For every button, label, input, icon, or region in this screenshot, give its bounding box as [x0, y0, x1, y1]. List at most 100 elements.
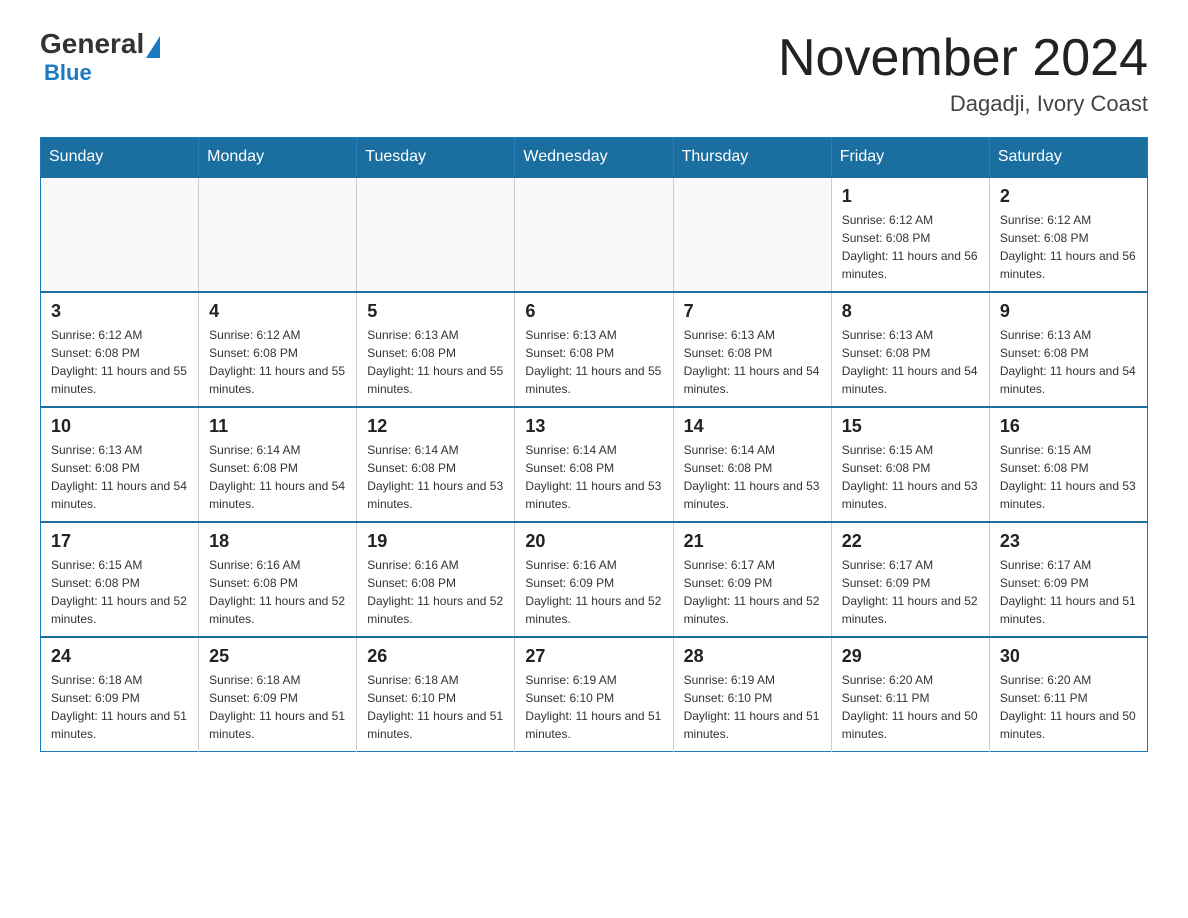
- weekday-header-wednesday: Wednesday: [515, 138, 673, 178]
- calendar-week-row: 17 Sunrise: 6:15 AM Sunset: 6:08 PM Dayli…: [41, 522, 1148, 637]
- day-number: 13: [525, 416, 662, 437]
- weekday-header-sunday: Sunday: [41, 138, 199, 178]
- day-info: Sunrise: 6:16 AM Sunset: 6:08 PM Dayligh…: [209, 556, 346, 628]
- calendar-cell: 10 Sunrise: 6:13 AM Sunset: 6:08 PM Dayli…: [41, 407, 199, 522]
- day-info: Sunrise: 6:20 AM Sunset: 6:11 PM Dayligh…: [1000, 671, 1137, 743]
- day-number: 1: [842, 186, 979, 207]
- day-info: Sunrise: 6:16 AM Sunset: 6:09 PM Dayligh…: [525, 556, 662, 628]
- calendar-cell: [41, 177, 199, 292]
- day-number: 11: [209, 416, 346, 437]
- calendar-cell: 26 Sunrise: 6:18 AM Sunset: 6:10 PM Dayli…: [357, 637, 515, 752]
- day-number: 10: [51, 416, 188, 437]
- calendar-week-row: 1 Sunrise: 6:12 AM Sunset: 6:08 PM Daylig…: [41, 177, 1148, 292]
- calendar-cell: 23Sunrise: 6:17 AM Sunset: 6:09 PM Dayli…: [989, 522, 1147, 637]
- day-number: 14: [684, 416, 821, 437]
- day-info: Sunrise: 6:12 AM Sunset: 6:08 PM Dayligh…: [1000, 211, 1137, 283]
- day-info: Sunrise: 6:19 AM Sunset: 6:10 PM Dayligh…: [525, 671, 662, 743]
- calendar-cell: 12 Sunrise: 6:14 AM Sunset: 6:08 PM Dayli…: [357, 407, 515, 522]
- day-info: Sunrise: 6:15 AM Sunset: 6:08 PM Dayligh…: [842, 441, 979, 513]
- day-number: 8: [842, 301, 979, 322]
- calendar-cell: 3Sunrise: 6:12 AM Sunset: 6:08 PM Daylig…: [41, 292, 199, 407]
- calendar-cell: 9 Sunrise: 6:13 AM Sunset: 6:08 PM Daylig…: [989, 292, 1147, 407]
- day-info: Sunrise: 6:14 AM Sunset: 6:08 PM Dayligh…: [209, 441, 346, 513]
- day-number: 23: [1000, 531, 1137, 552]
- calendar-cell: 21 Sunrise: 6:17 AM Sunset: 6:09 PM Dayli…: [673, 522, 831, 637]
- calendar-cell: 7 Sunrise: 6:13 AM Sunset: 6:08 PM Daylig…: [673, 292, 831, 407]
- calendar-cell: 6Sunrise: 6:13 AM Sunset: 6:08 PM Daylig…: [515, 292, 673, 407]
- page-header: General Blue November 2024 Dagadji, Ivor…: [40, 30, 1148, 117]
- day-number: 28: [684, 646, 821, 667]
- day-number: 24: [51, 646, 188, 667]
- logo-area: General Blue: [40, 30, 162, 86]
- weekday-header-friday: Friday: [831, 138, 989, 178]
- day-info: Sunrise: 6:12 AM Sunset: 6:08 PM Dayligh…: [209, 326, 346, 398]
- day-number: 19: [367, 531, 504, 552]
- day-number: 16: [1000, 416, 1137, 437]
- day-info: Sunrise: 6:13 AM Sunset: 6:08 PM Dayligh…: [1000, 326, 1137, 398]
- day-info: Sunrise: 6:14 AM Sunset: 6:08 PM Dayligh…: [684, 441, 821, 513]
- weekday-header-thursday: Thursday: [673, 138, 831, 178]
- calendar-cell: [357, 177, 515, 292]
- calendar-cell: 4Sunrise: 6:12 AM Sunset: 6:08 PM Daylig…: [199, 292, 357, 407]
- day-number: 20: [525, 531, 662, 552]
- calendar-cell: 22Sunrise: 6:17 AM Sunset: 6:09 PM Dayli…: [831, 522, 989, 637]
- calendar-cell: 13 Sunrise: 6:14 AM Sunset: 6:08 PM Dayli…: [515, 407, 673, 522]
- day-number: 25: [209, 646, 346, 667]
- day-number: 21: [684, 531, 821, 552]
- day-number: 3: [51, 301, 188, 322]
- day-info: Sunrise: 6:18 AM Sunset: 6:10 PM Dayligh…: [367, 671, 504, 743]
- day-number: 18: [209, 531, 346, 552]
- day-number: 29: [842, 646, 979, 667]
- day-info: Sunrise: 6:18 AM Sunset: 6:09 PM Dayligh…: [209, 671, 346, 743]
- day-info: Sunrise: 6:17 AM Sunset: 6:09 PM Dayligh…: [684, 556, 821, 628]
- day-number: 12: [367, 416, 504, 437]
- calendar-cell: [515, 177, 673, 292]
- day-number: 2: [1000, 186, 1137, 207]
- day-number: 22: [842, 531, 979, 552]
- day-info: Sunrise: 6:20 AM Sunset: 6:11 PM Dayligh…: [842, 671, 979, 743]
- logo: General: [40, 30, 162, 58]
- calendar-cell: 2 Sunrise: 6:12 AM Sunset: 6:08 PM Daylig…: [989, 177, 1147, 292]
- calendar-cell: 17 Sunrise: 6:15 AM Sunset: 6:08 PM Dayli…: [41, 522, 199, 637]
- day-info: Sunrise: 6:13 AM Sunset: 6:08 PM Dayligh…: [684, 326, 821, 398]
- calendar-cell: 14 Sunrise: 6:14 AM Sunset: 6:08 PM Dayli…: [673, 407, 831, 522]
- calendar-week-row: 10 Sunrise: 6:13 AM Sunset: 6:08 PM Dayli…: [41, 407, 1148, 522]
- logo-general-text: General: [40, 30, 144, 58]
- day-info: Sunrise: 6:13 AM Sunset: 6:08 PM Dayligh…: [51, 441, 188, 513]
- calendar-cell: 5 Sunrise: 6:13 AM Sunset: 6:08 PM Daylig…: [357, 292, 515, 407]
- weekday-header-saturday: Saturday: [989, 138, 1147, 178]
- calendar-cell: 24 Sunrise: 6:18 AM Sunset: 6:09 PM Dayli…: [41, 637, 199, 752]
- day-info: Sunrise: 6:14 AM Sunset: 6:08 PM Dayligh…: [367, 441, 504, 513]
- calendar-cell: 30 Sunrise: 6:20 AM Sunset: 6:11 PM Dayli…: [989, 637, 1147, 752]
- day-info: Sunrise: 6:12 AM Sunset: 6:08 PM Dayligh…: [842, 211, 979, 283]
- weekday-header-monday: Monday: [199, 138, 357, 178]
- title-area: November 2024 Dagadji, Ivory Coast: [778, 30, 1148, 117]
- calendar-cell: 8Sunrise: 6:13 AM Sunset: 6:08 PM Daylig…: [831, 292, 989, 407]
- day-info: Sunrise: 6:14 AM Sunset: 6:08 PM Dayligh…: [525, 441, 662, 513]
- day-info: Sunrise: 6:16 AM Sunset: 6:08 PM Dayligh…: [367, 556, 504, 628]
- calendar-table: SundayMondayTuesdayWednesdayThursdayFrid…: [40, 137, 1148, 752]
- calendar-header-row: SundayMondayTuesdayWednesdayThursdayFrid…: [41, 138, 1148, 178]
- calendar-cell: 18 Sunrise: 6:16 AM Sunset: 6:08 PM Dayli…: [199, 522, 357, 637]
- calendar-cell: 20 Sunrise: 6:16 AM Sunset: 6:09 PM Dayli…: [515, 522, 673, 637]
- day-number: 9: [1000, 301, 1137, 322]
- day-info: Sunrise: 6:13 AM Sunset: 6:08 PM Dayligh…: [367, 326, 504, 398]
- calendar-cell: [673, 177, 831, 292]
- day-info: Sunrise: 6:15 AM Sunset: 6:08 PM Dayligh…: [51, 556, 188, 628]
- day-info: Sunrise: 6:18 AM Sunset: 6:09 PM Dayligh…: [51, 671, 188, 743]
- day-number: 6: [525, 301, 662, 322]
- month-year-title: November 2024: [778, 30, 1148, 87]
- calendar-cell: 1 Sunrise: 6:12 AM Sunset: 6:08 PM Daylig…: [831, 177, 989, 292]
- calendar-cell: 27Sunrise: 6:19 AM Sunset: 6:10 PM Dayli…: [515, 637, 673, 752]
- day-number: 30: [1000, 646, 1137, 667]
- calendar-cell: 11 Sunrise: 6:14 AM Sunset: 6:08 PM Dayli…: [199, 407, 357, 522]
- weekday-header-tuesday: Tuesday: [357, 138, 515, 178]
- day-number: 7: [684, 301, 821, 322]
- calendar-cell: 29 Sunrise: 6:20 AM Sunset: 6:11 PM Dayli…: [831, 637, 989, 752]
- day-number: 26: [367, 646, 504, 667]
- day-number: 5: [367, 301, 504, 322]
- calendar-cell: 15Sunrise: 6:15 AM Sunset: 6:08 PM Dayli…: [831, 407, 989, 522]
- day-number: 17: [51, 531, 188, 552]
- logo-blue-text: Blue: [44, 60, 92, 86]
- calendar-cell: 25 Sunrise: 6:18 AM Sunset: 6:09 PM Dayli…: [199, 637, 357, 752]
